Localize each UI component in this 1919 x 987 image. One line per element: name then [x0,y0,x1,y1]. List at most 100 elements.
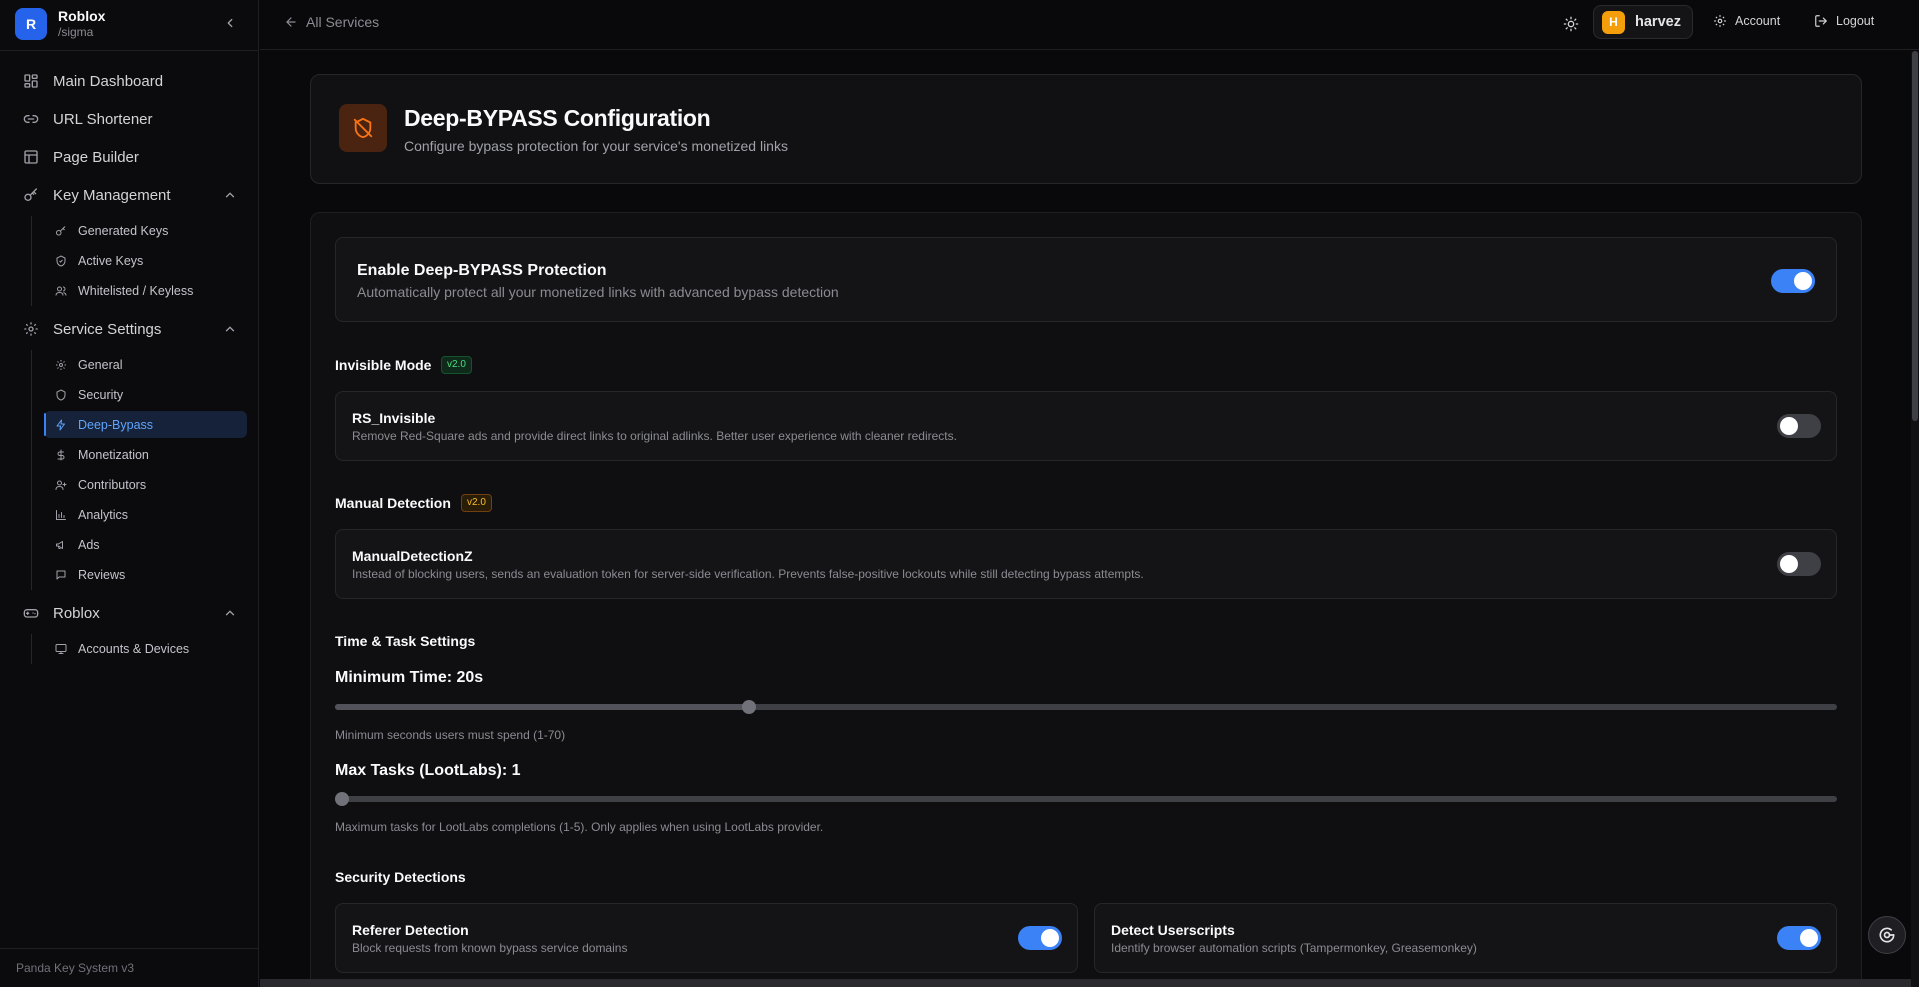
key-icon [54,224,68,238]
referer-detection-title: Referer Detection [352,922,469,938]
nav-accounts-devices-label: Accounts & Devices [78,641,190,656]
nav-deep-bypass-label: Deep-Bypass [78,417,154,432]
nav-reviews[interactable]: Reviews [44,561,247,588]
gear-icon [54,358,68,372]
nav-key-management-label: Key Management [53,186,171,204]
assistant-icon [1879,927,1895,943]
nav-url-shortener[interactable]: URL Shortener [12,103,247,135]
manual-detection-panel: ManualDetectionZ Instead of blocking use… [335,529,1837,599]
nav-main-dashboard[interactable]: Main Dashboard [12,65,247,97]
min-time-slider[interactable] [335,700,1837,714]
chevron-left-icon [227,18,233,28]
nav-whitelisted-keyless-label: Whitelisted / Keyless [78,283,194,298]
rs-invisible-panel: RS_Invisible Remove Red-Square ads and p… [335,391,1837,461]
arrow-left-icon [286,17,296,27]
brand-slug: /sigma [58,25,94,39]
manual-detection-desc: Instead of blocking users, sends an eval… [352,567,1144,581]
bar-chart-icon [54,508,68,522]
enable-bypass-toggle[interactable] [1771,269,1815,293]
nav-active-keys[interactable]: Active Keys [44,247,247,274]
toggle-knob [1794,272,1812,290]
floating-assistant-button[interactable] [1868,916,1906,954]
nav-security[interactable]: Security [44,381,247,408]
page-title: Deep-BYPASS Configuration [404,105,711,131]
nav-accounts-devices[interactable]: Accounts & Devices [44,635,247,662]
toggle-knob [1800,929,1818,947]
key-icon [22,186,40,204]
manual-detection-toggle[interactable] [1777,552,1821,576]
version-label: Panda Key System v3 [16,961,135,975]
userscripts-detection-panel: Detect Userscripts Identify browser auto… [1094,903,1837,973]
nav-active-keys-label: Active Keys [78,253,144,268]
max-tasks-slider[interactable] [335,792,1837,806]
brand[interactable]: R Roblox /sigma [15,8,105,40]
security-detections-heading: Security Detections [335,869,466,885]
toggle-knob [1780,555,1798,573]
service-settings-tree-line [31,350,32,590]
nav-contributors[interactable]: Contributors [44,471,247,498]
account-link[interactable]: Account [1713,14,1780,28]
gear-icon [1714,15,1726,27]
nav-analytics-label: Analytics [78,507,129,522]
manual-detection-title: ManualDetectionZ [352,548,473,564]
userscripts-detection-desc: Identify browser automation scripts (Tam… [1111,941,1477,955]
nav-roblox[interactable]: Roblox [12,597,247,629]
top-bar: All Services H harvez Account Logout [260,0,1919,50]
referer-detection-toggle[interactable] [1018,926,1062,950]
nav-general-label: General [78,357,123,372]
userscripts-detection-title: Detect Userscripts [1111,922,1235,938]
max-tasks-slider-thumb[interactable] [335,792,349,806]
dashboard-icon [22,72,40,90]
sidebar-divider [0,50,259,51]
logout-link[interactable]: Logout [1814,14,1874,28]
nav-deep-bypass[interactable]: Deep-Bypass [44,411,247,438]
page-header-card: Deep-BYPASS Configuration Configure bypa… [310,74,1862,184]
collapse-sidebar-button[interactable] [221,14,239,32]
rs-invisible-toggle[interactable] [1777,414,1821,438]
nav-ads[interactable]: Ads [44,531,247,558]
nav-service-settings[interactable]: Service Settings [12,313,247,345]
nav-ads-label: Ads [78,537,100,552]
version-badge: v2.0 [441,356,472,374]
brand-text: Roblox /sigma [58,8,105,40]
all-services-label: All Services [306,14,380,30]
nav-monetization[interactable]: Monetization [44,441,247,468]
chevron-up-icon [225,610,235,616]
sun-icon [1563,16,1579,32]
nav-key-management[interactable]: Key Management [12,179,247,211]
toggle-knob [1041,929,1059,947]
nav-whitelisted-keyless[interactable]: Whitelisted / Keyless [44,277,247,304]
min-time-help: Minimum seconds users must spend (1-70) [335,728,566,742]
nav-page-builder[interactable]: Page Builder [12,141,247,173]
nav-roblox-label: Roblox [53,604,100,622]
userscripts-detection-toggle[interactable] [1777,926,1821,950]
monitor-icon [54,642,68,656]
sidebar-footer: Panda Key System v3 [0,948,259,987]
chevron-up-icon [225,326,235,332]
min-time-slider-fill [335,704,749,710]
theme-toggle-button[interactable] [1560,13,1582,35]
user-menu-button[interactable]: H harvez [1593,5,1693,39]
megaphone-icon [54,538,68,552]
nav-security-label: Security [78,387,124,402]
nav-main-dashboard-label: Main Dashboard [53,72,164,90]
logout-label: Logout [1836,14,1875,28]
horizontal-scrollbar[interactable] [260,979,1911,987]
nav-url-shortener-label: URL Shortener [53,110,153,128]
roblox-tree-line [31,634,32,664]
all-services-link[interactable]: All Services [284,14,379,30]
brand-name: Roblox [58,8,106,24]
nav-monetization-label: Monetization [78,447,149,462]
enable-bypass-desc: Automatically protect all your monetized… [357,284,839,300]
enable-bypass-panel: Enable Deep-BYPASS Protection Automatica… [335,237,1837,322]
nav-generated-keys[interactable]: Generated Keys [44,217,247,244]
avatar: H [1602,10,1625,34]
users-icon [54,284,68,298]
nav-analytics[interactable]: Analytics [44,501,247,528]
dollar-icon [54,448,68,462]
link-icon [22,110,40,128]
vertical-scrollbar-thumb[interactable] [1912,51,1918,421]
nav-general[interactable]: General [44,351,247,378]
min-time-slider-thumb[interactable] [741,700,756,714]
nav-generated-keys-label: Generated Keys [78,223,169,238]
